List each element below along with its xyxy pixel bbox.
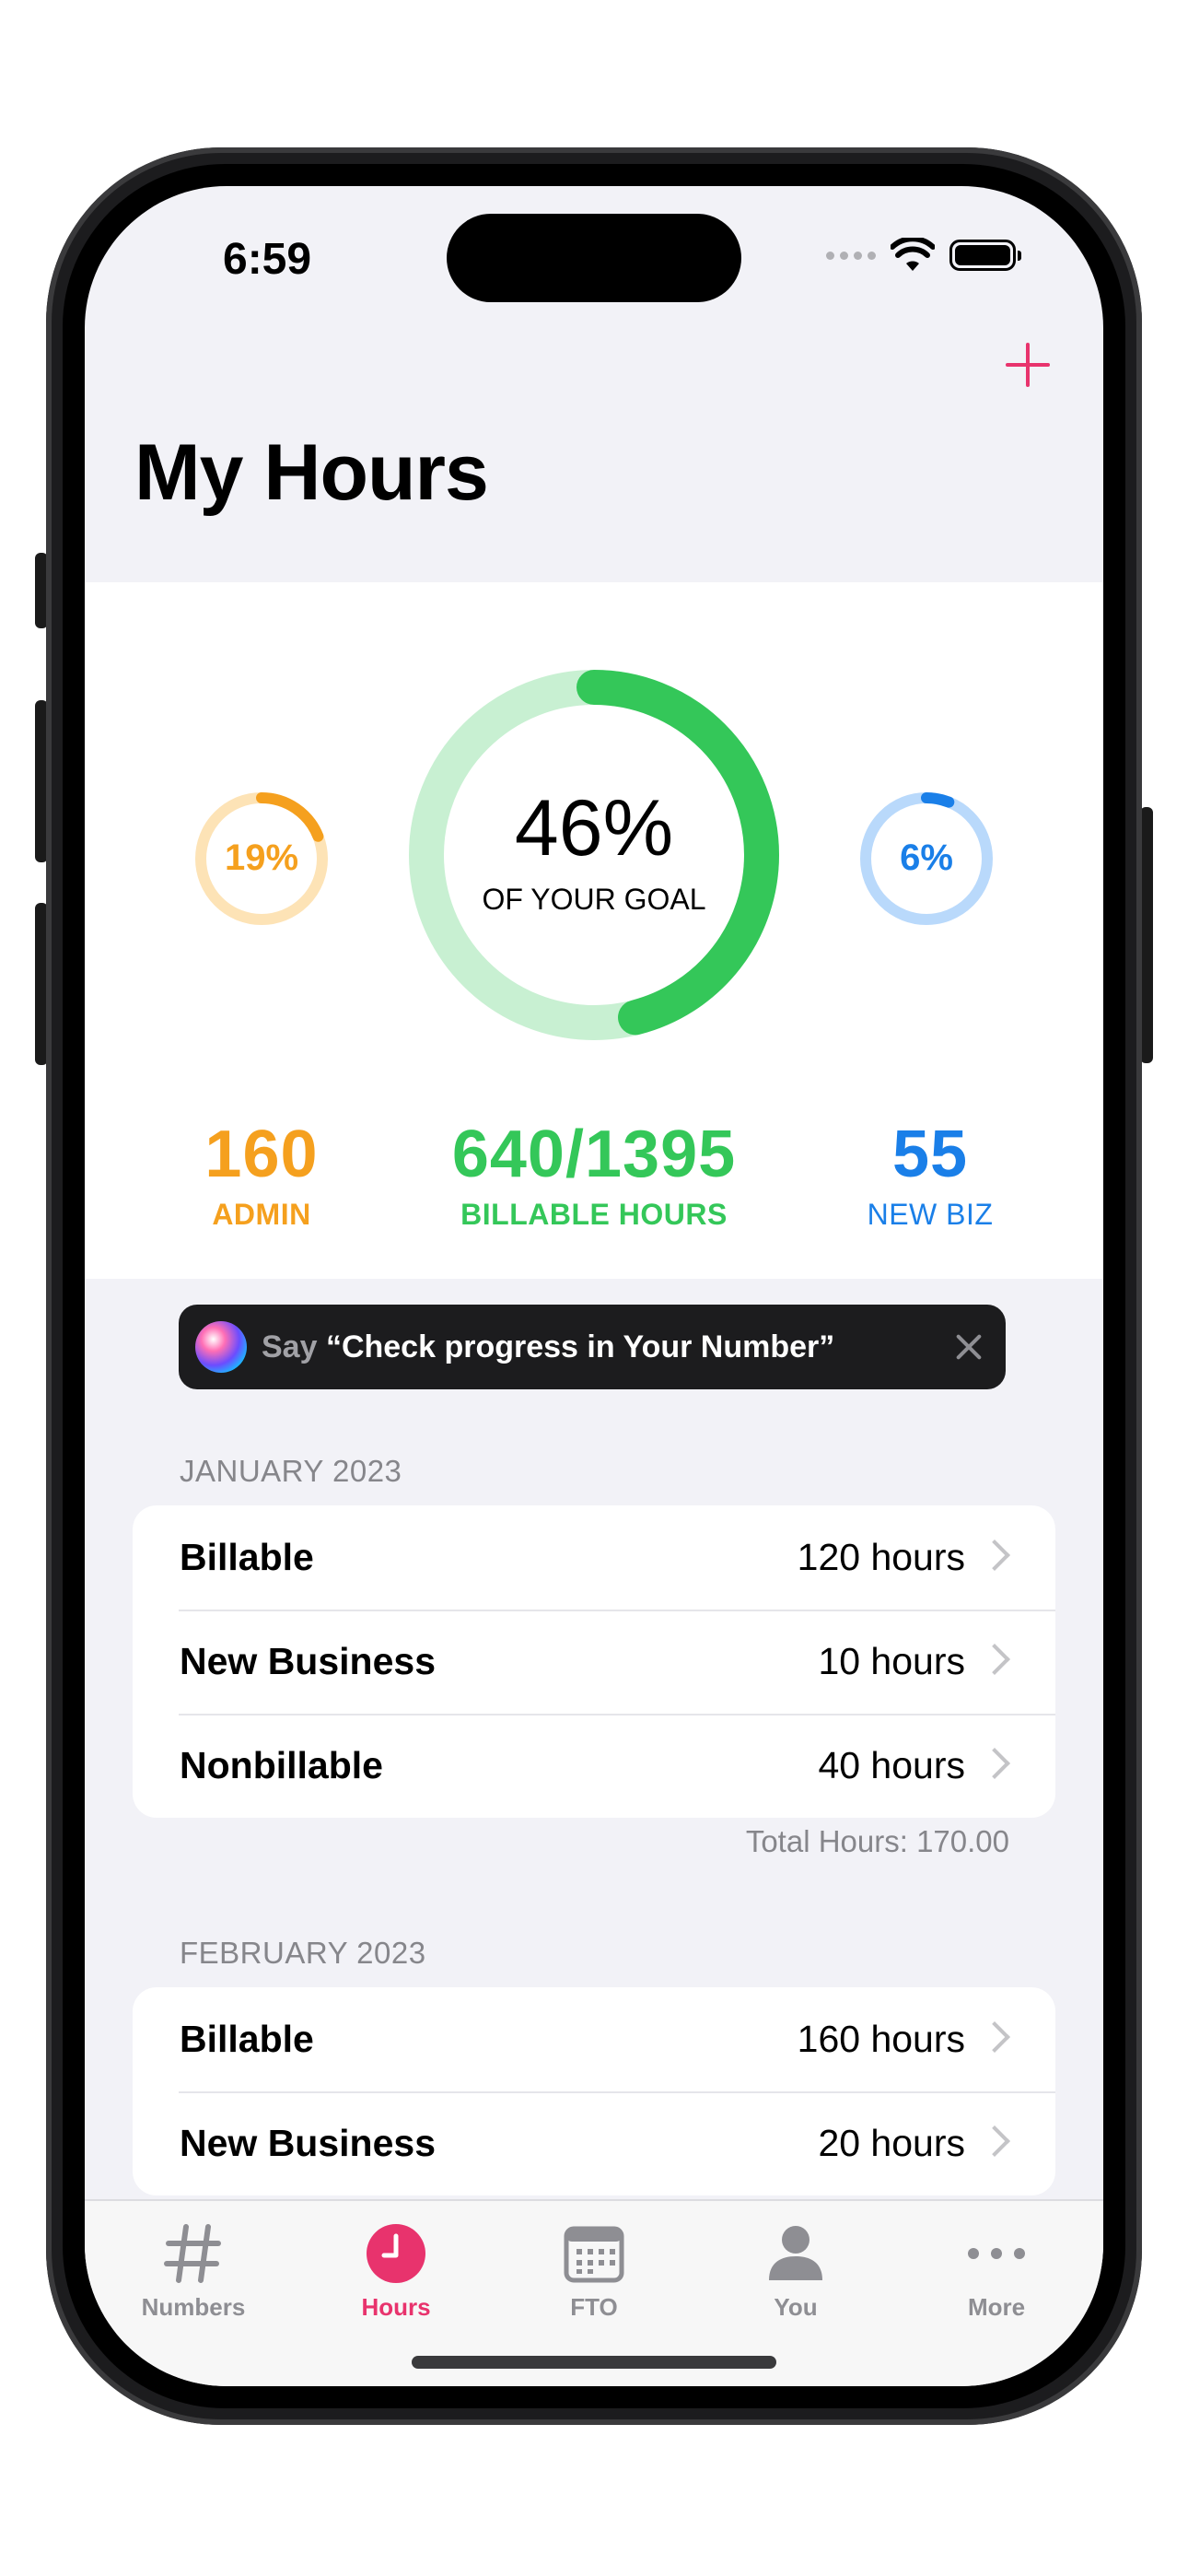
row-value: 20 hours	[818, 2122, 965, 2164]
siri-suggestion-text: Say “Check progress in Your Number”	[262, 1329, 834, 1365]
chevron-right-icon	[979, 1748, 1010, 1779]
table-row[interactable]: New Business 20 hours	[133, 2091, 1055, 2195]
dynamic-island	[447, 214, 741, 302]
row-label: New Business	[180, 1640, 436, 1682]
close-icon[interactable]	[952, 1330, 985, 1364]
siri-icon	[195, 1321, 247, 1373]
person-icon	[704, 2218, 888, 2289]
february-hours-group: Billable 160 hours New Business 20 hours	[133, 1987, 1055, 2195]
tab-label: More	[967, 2293, 1026, 2321]
tab-numbers[interactable]: Numbers	[101, 2218, 285, 2322]
row-value: 120 hours	[797, 1536, 965, 1578]
table-row[interactable]: Billable 160 hours	[133, 1987, 1055, 2091]
billable-percent: 46%	[514, 784, 674, 872]
tab-label: You	[774, 2293, 818, 2321]
tab-label: Numbers	[141, 2293, 246, 2321]
row-value: 160 hours	[797, 2018, 965, 2060]
january-hours-group: Billable 120 hours New Business 10 hours…	[133, 1505, 1055, 1818]
billable-stat: 640/1395 BILLABLE HOURS	[391, 1117, 797, 1232]
newbiz-percent: 6%	[900, 837, 953, 878]
siri-say-label: Say	[262, 1329, 318, 1364]
table-row[interactable]: New Business 10 hours	[133, 1610, 1055, 1714]
admin-stat: 160 ADMIN	[169, 1117, 354, 1232]
battery-icon	[949, 240, 1021, 271]
table-row[interactable]: Billable 120 hours	[133, 1505, 1055, 1610]
siri-phrase: “Check progress in Your Number”	[325, 1329, 835, 1364]
row-label: New Business	[180, 2122, 436, 2164]
billable-value: 640/1395	[451, 1118, 737, 1191]
screen: 6:59 My Hours 19% 46% OF YOUR GOAL 6% 16…	[85, 186, 1103, 2386]
newbiz-stat: 55 NEW BIZ	[838, 1117, 1022, 1232]
chevron-right-icon	[979, 2021, 1010, 2053]
cellular-signal-icon	[826, 251, 876, 260]
row-label: Billable	[180, 2018, 314, 2060]
tab-you[interactable]: You	[704, 2218, 888, 2322]
tab-label: FTO	[570, 2293, 618, 2321]
calendar-icon	[502, 2218, 686, 2289]
row-label: Nonbillable	[180, 1744, 383, 1786]
tab-hours[interactable]: Hours	[304, 2218, 488, 2322]
tab-more[interactable]: More	[904, 2218, 1089, 2322]
status-time: 6:59	[223, 235, 312, 284]
newbiz-value: 55	[891, 1118, 969, 1191]
newbiz-label: NEW BIZ	[867, 1198, 994, 1231]
admin-label: ADMIN	[212, 1198, 311, 1231]
billable-goal-caption: OF YOUR GOAL	[482, 883, 706, 916]
chevron-right-icon	[979, 1540, 1010, 1571]
row-label: Billable	[180, 1536, 314, 1578]
hash-icon	[101, 2218, 285, 2289]
billable-label: BILLABLE HOURS	[460, 1198, 728, 1231]
home-indicator	[412, 2356, 776, 2369]
add-icon[interactable]	[1004, 341, 1052, 389]
chevron-right-icon	[979, 2125, 1010, 2157]
section-header-february: FEBRUARY 2023	[180, 1936, 426, 1970]
power-button	[1140, 807, 1153, 1063]
january-total-hours: Total Hours: 170.00	[745, 1824, 1009, 1858]
status-icons	[826, 238, 1021, 273]
tab-fto[interactable]: FTO	[502, 2218, 686, 2322]
siri-suggestion[interactable]: Say “Check progress in Your Number”	[179, 1305, 1006, 1389]
admin-percent: 19%	[224, 837, 299, 878]
newbiz-ring: 6%	[858, 790, 995, 927]
table-row[interactable]: Nonbillable 40 hours	[133, 1714, 1055, 1818]
section-header-january: JANUARY 2023	[180, 1454, 402, 1488]
clock-icon	[304, 2218, 488, 2289]
page-title: My Hours	[134, 428, 489, 517]
row-value: 10 hours	[818, 1640, 965, 1682]
ellipsis-icon	[904, 2218, 1089, 2289]
wifi-icon	[891, 238, 935, 271]
admin-value: 160	[204, 1118, 319, 1191]
admin-ring: 19%	[193, 790, 330, 927]
row-value: 40 hours	[818, 1744, 965, 1786]
billable-ring: 46% OF YOUR GOAL	[404, 665, 784, 1045]
chevron-right-icon	[979, 1644, 1010, 1675]
hours-summary: 19% 46% OF YOUR GOAL 6% 160 ADMIN 640/13…	[85, 582, 1103, 1279]
tab-label: Hours	[361, 2293, 431, 2321]
